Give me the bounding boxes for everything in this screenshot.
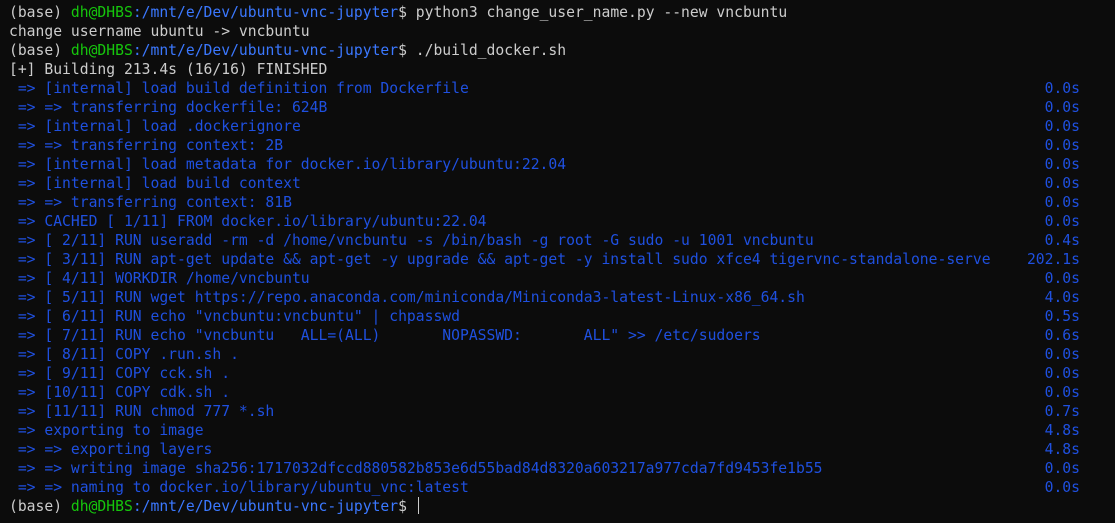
build-step: => [ 9/11] COPY cck.sh . 0.0s <box>0 364 1115 383</box>
build-status-text: [+] Building 213.4s (16/16) FINISHED <box>9 61 328 78</box>
build-step: => CACHED [ 1/11] FROM docker.io/library… <box>0 212 1115 231</box>
conda-env: (base) <box>9 498 63 515</box>
build-step-text: => => exporting layers <box>9 441 213 458</box>
build-step-time: 0.0s <box>1044 99 1080 116</box>
terminal-window[interactable]: (base) dh@DHBS:/mnt/e/Dev/ubuntu-vnc-jup… <box>0 0 1115 523</box>
prompt-dollar: $ <box>398 4 407 21</box>
prompt-dollar: $ <box>398 42 407 59</box>
prompt-line-2: (base) dh@DHBS:/mnt/e/Dev/ubuntu-vnc-jup… <box>0 41 1115 60</box>
build-step: => [internal] load build context 0.0s <box>0 174 1115 193</box>
build-step-time: 0.0s <box>1044 175 1080 192</box>
build-step-text: => [internal] load .dockerignore <box>9 118 301 135</box>
build-step-text: => [ 2/11] RUN useradd -rm -d /home/vncb… <box>9 232 814 249</box>
build-step-time: 0.0s <box>1044 346 1080 363</box>
text-cursor <box>417 497 419 514</box>
build-step-time: 0.5s <box>1044 308 1080 325</box>
output-line: change username ubuntu -> vncbuntu <box>0 22 1115 41</box>
build-step: => [ 5/11] RUN wget https://repo.anacond… <box>0 288 1115 307</box>
build-step: => => writing image sha256:1717032dfccd8… <box>0 459 1115 478</box>
build-step-text: => [internal] load metadata for docker.i… <box>9 156 567 173</box>
build-step-text: => [11/11] RUN chmod 777 *.sh <box>9 403 275 420</box>
conda-env: (base) <box>9 4 63 21</box>
build-step: => [ 6/11] RUN echo "vncbuntu:vncbuntu" … <box>0 307 1115 326</box>
build-step-time: 0.0s <box>1044 460 1080 477</box>
build-step-text: => [10/11] COPY cdk.sh . <box>9 384 231 401</box>
build-step: => [ 3/11] RUN apt-get update && apt-get… <box>0 250 1115 269</box>
build-step-time: 0.6s <box>1044 327 1080 344</box>
build-step-text: => exporting to image <box>9 422 204 439</box>
build-step-text: => [ 7/11] RUN echo "vncbuntu ALL=(ALL) … <box>9 327 761 344</box>
build-step-time: 0.0s <box>1044 213 1080 230</box>
build-step-text: => [ 6/11] RUN echo "vncbuntu:vncbuntu" … <box>9 308 460 325</box>
build-step-time: 0.0s <box>1044 137 1080 154</box>
prompt-user: dh@DHBS <box>70 498 133 515</box>
build-step-time: 0.0s <box>1044 270 1080 287</box>
build-step-time: 0.0s <box>1044 156 1080 173</box>
build-step-text: => [ 9/11] COPY cck.sh . <box>9 365 231 382</box>
build-step: => [internal] load .dockerignore 0.0s <box>0 117 1115 136</box>
build-step-text: => => transferring context: 81B <box>9 194 292 211</box>
build-step: => [ 2/11] RUN useradd -rm -d /home/vncb… <box>0 231 1115 250</box>
build-step-time: 4.0s <box>1044 289 1080 306</box>
build-step: => [10/11] COPY cdk.sh . 0.0s <box>0 383 1115 402</box>
prompt-line-current[interactable]: (base) dh@DHBS:/mnt/e/Dev/ubuntu-vnc-jup… <box>0 497 1115 516</box>
conda-env: (base) <box>9 42 63 59</box>
build-step-text: => [ 3/11] RUN apt-get update && apt-get… <box>9 251 991 268</box>
prompt-user: dh@DHBS <box>70 42 133 59</box>
build-step-time: 4.8s <box>1044 441 1080 458</box>
build-step-text: => => naming to docker.io/library/ubuntu… <box>9 479 469 496</box>
build-step-text: => CACHED [ 1/11] FROM docker.io/library… <box>9 213 487 230</box>
build-step-time: 0.0s <box>1044 118 1080 135</box>
output-text: change username ubuntu -> vncbuntu <box>9 23 310 40</box>
build-step-text: => => transferring context: 2B <box>9 137 284 154</box>
scrollbar[interactable] <box>1107 0 1115 523</box>
build-status-line: [+] Building 213.4s (16/16) FINISHED <box>0 60 1115 79</box>
prompt-dollar: $ <box>398 498 407 515</box>
build-step: => exporting to image 4.8s <box>0 421 1115 440</box>
build-step: => [ 4/11] WORKDIR /home/vncbuntu 0.0s <box>0 269 1115 288</box>
prompt-line-1: (base) dh@DHBS:/mnt/e/Dev/ubuntu-vnc-jup… <box>0 3 1115 22</box>
prompt-path: :/mnt/e/Dev/ubuntu-vnc-jupyter <box>132 4 399 21</box>
build-step-time: 0.0s <box>1044 194 1080 211</box>
build-step-text: => => transferring dockerfile: 624B <box>9 99 328 116</box>
build-step-text: => [ 8/11] COPY .run.sh . <box>9 346 239 363</box>
prompt-user: dh@DHBS <box>70 4 133 21</box>
build-step-time: 202.1s <box>1026 251 1080 268</box>
build-step-text: => [internal] load build context <box>9 175 301 192</box>
build-step-text: => [internal] load build definition from… <box>9 80 469 97</box>
build-step-time: 0.0s <box>1044 479 1080 496</box>
build-step-text: => [ 4/11] WORKDIR /home/vncbuntu <box>9 270 310 287</box>
build-step-time: 4.8s <box>1044 422 1080 439</box>
build-step: => => naming to docker.io/library/ubuntu… <box>0 478 1115 497</box>
build-step-time: 0.0s <box>1044 384 1080 401</box>
build-step-text: => => writing image sha256:1717032dfccd8… <box>9 460 823 477</box>
build-step: => [internal] load metadata for docker.i… <box>0 155 1115 174</box>
build-step-time: 0.7s <box>1044 403 1080 420</box>
build-step-time: 0.4s <box>1044 232 1080 249</box>
build-step-time: 0.0s <box>1044 365 1080 382</box>
command-text: ./build_docker.sh <box>415 42 567 59</box>
build-step: => => exporting layers 4.8s <box>0 440 1115 459</box>
build-step-text: => [ 5/11] RUN wget https://repo.anacond… <box>9 289 805 306</box>
build-step: => => transferring context: 2B 0.0s <box>0 136 1115 155</box>
build-step-time: 0.0s <box>1044 80 1080 97</box>
build-step: => [ 8/11] COPY .run.sh . 0.0s <box>0 345 1115 364</box>
build-step: => => transferring context: 81B 0.0s <box>0 193 1115 212</box>
build-step: => => transferring dockerfile: 624B 0.0s <box>0 98 1115 117</box>
prompt-path: :/mnt/e/Dev/ubuntu-vnc-jupyter <box>132 498 399 515</box>
build-step: => [ 7/11] RUN echo "vncbuntu ALL=(ALL) … <box>0 326 1115 345</box>
build-step: => [internal] load build definition from… <box>0 79 1115 98</box>
build-step: => [11/11] RUN chmod 777 *.sh 0.7s <box>0 402 1115 421</box>
prompt-path: :/mnt/e/Dev/ubuntu-vnc-jupyter <box>132 42 399 59</box>
command-text: python3 change_user_name.py --new vncbun… <box>415 4 788 21</box>
